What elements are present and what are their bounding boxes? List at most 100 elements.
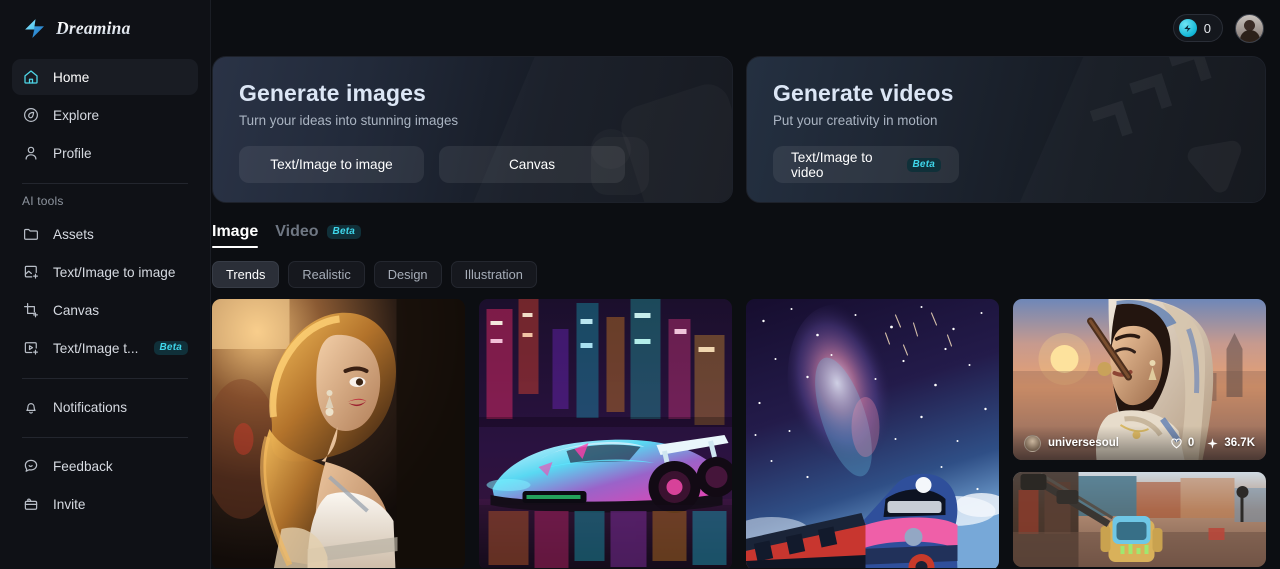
sidebar-item-label: Feedback	[53, 458, 113, 474]
content-tabs: Image Video Beta	[211, 203, 1280, 248]
beta-badge: Beta	[153, 341, 188, 355]
gift-box-icon	[22, 495, 40, 513]
credits-pill[interactable]: 0	[1172, 14, 1223, 42]
sidebar-item-notifications[interactable]: Notifications	[12, 389, 198, 425]
canvas-button[interactable]: Canvas	[439, 146, 625, 183]
hero-cards: Generate images Turn your ideas into stu…	[211, 56, 1280, 203]
sparkle-icon	[1207, 437, 1218, 449]
canvas-crop-icon	[22, 301, 40, 319]
dreamina-star-logo-icon	[22, 16, 47, 41]
credit-coin-icon	[1178, 19, 1197, 37]
chat-bubble-icon	[22, 457, 40, 475]
card-stats: 0 36.7K	[1170, 437, 1255, 450]
hero-buttons: Text/Image to video Beta	[773, 146, 1265, 183]
avatar-body	[1239, 29, 1260, 42]
home-icon	[22, 68, 40, 86]
gallery-card-street-robot[interactable]	[1013, 472, 1266, 567]
topbar: 0	[211, 0, 1280, 56]
sidebar-item-label: Canvas	[53, 302, 100, 318]
likes-stat[interactable]: 0	[1170, 437, 1194, 450]
button-label: Canvas	[508, 157, 556, 172]
heart-icon	[1171, 438, 1182, 449]
sidebar-item-label: Text/Image t...	[53, 340, 139, 356]
gallery-column	[746, 299, 999, 568]
sidebar-item-explore[interactable]: Explore	[12, 97, 198, 133]
sidebar-item-label: Home	[53, 69, 90, 85]
tab-video[interactable]: Video Beta	[275, 223, 362, 248]
sidebar-item-text-image-to-video[interactable]: Text/Image t... Beta	[12, 330, 198, 366]
chip-trends[interactable]: Trends	[212, 261, 280, 288]
text-image-to-image-button[interactable]: Text/Image to image	[239, 146, 424, 183]
robot-on-city-street-image	[1013, 472, 1266, 567]
gallery-column	[479, 299, 732, 568]
sidebar-item-text-image-to-image[interactable]: Text/Image to image	[12, 254, 198, 290]
image-generate-icon	[22, 263, 40, 281]
hero-card-generate-videos[interactable]: Generate videos Put your creativity in m…	[746, 56, 1266, 203]
sidebar: Dreamina Home Explore Profile AI tools A…	[0, 0, 211, 569]
hero-subtitle: Put your creativity in motion	[773, 113, 938, 128]
chip-design[interactable]: Design	[373, 261, 442, 288]
beta-badge: Beta	[906, 157, 941, 172]
sidebar-item-invite[interactable]: Invite	[12, 486, 198, 522]
tab-image[interactable]: Image	[212, 223, 259, 248]
chip-illustration[interactable]: Illustration	[450, 261, 537, 288]
sidebar-item-label: Explore	[53, 107, 100, 123]
portrait-woman-white-dress-sunset-image	[212, 299, 465, 568]
tab-label: Video	[275, 223, 319, 240]
avatar-head	[1244, 19, 1255, 31]
chip-realistic[interactable]: Realistic	[288, 261, 365, 288]
sidebar-item-label: Notifications	[53, 399, 128, 415]
sidebar-item-label: Invite	[53, 496, 86, 512]
sidebar-primary-nav: Home Explore Profile AI tools Assets Tex…	[12, 59, 198, 522]
gallery-column: universesoul 0 36.7K	[1013, 299, 1266, 568]
sidebar-item-label: Text/Image to image	[53, 264, 176, 280]
author-avatar[interactable]	[1024, 434, 1041, 452]
sidebar-item-profile[interactable]: Profile	[12, 135, 198, 171]
sidebar-item-label: Assets	[53, 226, 94, 242]
tab-label: Image	[212, 223, 259, 240]
sidebar-item-canvas[interactable]: Canvas	[12, 292, 198, 328]
card-meta-overlay: universesoul 0 36.7K	[1013, 426, 1266, 460]
gallery-card-portrait-woman[interactable]	[212, 299, 465, 568]
hero-title: Generate images	[239, 80, 426, 106]
hero-title: Generate videos	[773, 80, 954, 106]
likes-count: 0	[1187, 437, 1195, 449]
text-image-to-video-button[interactable]: Text/Image to video Beta	[773, 146, 959, 183]
user-avatar[interactable]	[1235, 13, 1264, 43]
button-label: Text/Image to image	[270, 157, 393, 172]
gallery-card-woman-veil-sunset[interactable]: universesoul 0 36.7K	[1013, 299, 1266, 460]
sidebar-divider-3	[22, 437, 188, 438]
gallery-grid: universesoul 0 36.7K	[211, 288, 1280, 568]
gallery-column	[212, 299, 465, 568]
hero-subtitle: Turn your ideas into stunning images	[239, 113, 459, 128]
folder-icon	[22, 225, 40, 243]
bell-icon	[22, 398, 40, 416]
main-content: 0 Generate images Turn your ideas into s…	[211, 0, 1280, 569]
app-root: Dreamina Home Explore Profile AI tools A…	[0, 0, 1280, 569]
train-under-galaxy-sky-image	[746, 299, 999, 568]
uses-count: 36.7K	[1224, 437, 1255, 449]
sidebar-section-label: AI tools	[22, 194, 64, 208]
sidebar-divider-2	[22, 378, 188, 379]
beta-badge: Beta	[326, 225, 362, 239]
neon-cyberpunk-sports-car-image	[479, 299, 732, 568]
video-generate-icon	[22, 339, 40, 357]
compass-icon	[22, 106, 40, 124]
button-label: Text/Image to video	[791, 149, 873, 180]
hero-buttons: Text/Image to image Canvas	[239, 146, 732, 183]
sidebar-item-feedback[interactable]: Feedback	[12, 448, 198, 484]
credits-count: 0	[1203, 20, 1211, 36]
gallery-card-galaxy-train[interactable]	[746, 299, 999, 568]
hero-card-generate-images[interactable]: Generate images Turn your ideas into stu…	[212, 56, 733, 203]
filter-chips: Trends Realistic Design Illustration	[211, 248, 1280, 288]
brand-name: Dreamina	[56, 17, 131, 38]
brand[interactable]: Dreamina	[12, 0, 198, 56]
gallery-card-neon-car[interactable]	[479, 299, 732, 568]
sidebar-item-home[interactable]: Home	[12, 59, 198, 95]
uses-stat[interactable]: 36.7K	[1206, 437, 1255, 450]
author-name[interactable]: universesoul	[1048, 437, 1119, 449]
sidebar-item-label: Profile	[53, 145, 92, 161]
person-icon	[22, 144, 40, 162]
sidebar-item-assets[interactable]: Assets	[12, 216, 198, 252]
sidebar-divider-1	[22, 183, 188, 184]
